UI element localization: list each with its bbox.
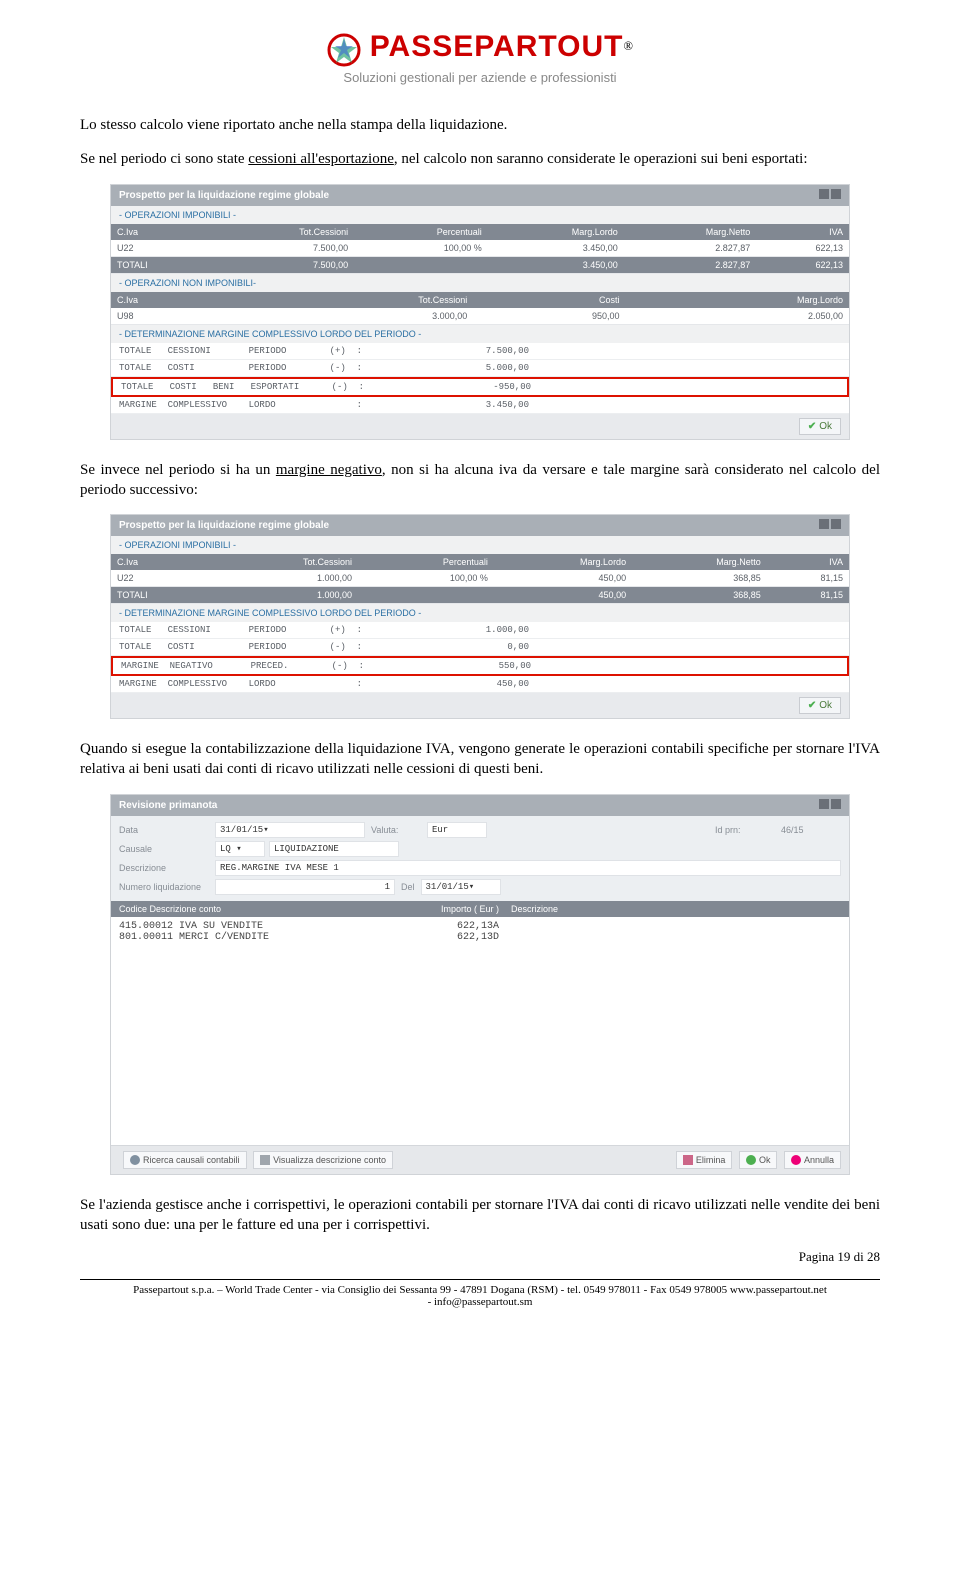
visualizza-descrizione-button[interactable]: Visualizza descrizione conto	[253, 1151, 393, 1169]
label-valuta: Valuta:	[371, 825, 421, 835]
label-data: Data	[119, 825, 209, 835]
field-causale-code[interactable]: LQ ▾	[215, 841, 265, 857]
field-causale-text: LIQUIDAZIONE	[269, 841, 399, 857]
calc-row: TOTALE CESSIONI PERIODO (+) :7.500,00	[111, 343, 849, 360]
calc-row: TOTALE COSTI PERIODO (-) :5.000,00	[111, 360, 849, 377]
panel-title: Prospetto per la liquidazione regime glo…	[111, 185, 849, 206]
table-imponibili: C.Iva Tot.Cessioni Percentuali Marg.Lord…	[111, 224, 849, 274]
bottom-toolbar: Ricerca causali contabili Visualizza des…	[111, 1145, 849, 1174]
trash-icon	[683, 1155, 693, 1165]
panel-title: Prospetto per la liquidazione regime glo…	[111, 515, 849, 536]
logo-icon	[327, 33, 361, 72]
section-determinazione: - DETERMINAZIONE MARGINE COMPLESSIVO LOR…	[111, 604, 849, 622]
paragraph-5: Se l'azienda gestisce anche i corrispett…	[80, 1195, 880, 1236]
window-controls[interactable]	[817, 519, 841, 532]
field-descrizione[interactable]: REG.MARGINE IVA MESE 1	[215, 860, 841, 876]
form-header: Data 31/01/15▾ Valuta: Eur Id prn: 46/15…	[111, 816, 849, 901]
ricerca-causali-button[interactable]: Ricerca causali contabili	[123, 1151, 247, 1169]
label-descrizione: Descrizione	[119, 863, 209, 873]
journal-line: 801.00011 MERCI C/VENDITE 622,13D	[119, 932, 841, 943]
elimina-button[interactable]: Elimina	[676, 1151, 733, 1169]
document-header: PASSEPARTOUT® Soluzioni gestionali per a…	[80, 30, 880, 85]
table-row: U22 1.000,00 100,00 % 450,00 368,85 81,1…	[111, 570, 849, 587]
check-icon: ✔	[808, 421, 816, 432]
panel-title: Revisione primanota	[111, 795, 849, 816]
calc-row-highlighted: MARGINE NEGATIVO PRECED. (-) :550,00	[111, 656, 849, 676]
ok-button[interactable]: Ok	[739, 1151, 778, 1169]
ok-button[interactable]: ✔Ok	[799, 418, 841, 435]
search-icon	[130, 1155, 140, 1165]
calc-row: TOTALE CESSIONI PERIODO (+) :1.000,00	[111, 622, 849, 639]
table-row: U22 7.500,00 100,00 % 3.450,00 2.827,87 …	[111, 240, 849, 257]
window-controls[interactable]	[817, 799, 841, 812]
table-imponibili: C.Iva Tot.Cessioni Percentuali Marg.Lord…	[111, 554, 849, 604]
journal-header: Codice Descrizione conto Importo ( Eur )…	[111, 901, 849, 917]
label-idprn: Id prn:	[715, 825, 775, 835]
calc-row: MARGINE COMPLESSIVO LORDO :450,00	[111, 676, 849, 693]
page-number: Pagina 19 di 28	[80, 1249, 880, 1265]
calc-rows: TOTALE CESSIONI PERIODO (+) :7.500,00 TO…	[111, 343, 849, 414]
field-del[interactable]: 31/01/15▾	[421, 879, 501, 895]
field-idprn: 46/15	[781, 825, 841, 835]
calc-row: TOTALE COSTI PERIODO (-) :0,00	[111, 639, 849, 656]
field-data[interactable]: 31/01/15▾	[215, 822, 365, 838]
window-controls[interactable]	[817, 189, 841, 202]
paragraph-3: Se invece nel periodo si ha un margine n…	[80, 460, 880, 501]
annulla-button[interactable]: Annulla	[784, 1151, 841, 1169]
table-row-total: TOTALI 7.500,00 3.450,00 2.827,87 622,13	[111, 256, 849, 273]
section-determinazione: - DETERMINAZIONE MARGINE COMPLESSIVO LOR…	[111, 325, 849, 343]
label-causale: Causale	[119, 844, 209, 854]
calc-row: MARGINE COMPLESSIVO LORDO :3.450,00	[111, 397, 849, 414]
check-icon: ✔	[808, 700, 816, 711]
paragraph-4: Quando si esegue la contabilizzazione de…	[80, 739, 880, 780]
page-footer: Passepartout s.p.a. – World Trade Center…	[80, 1279, 880, 1308]
field-valuta[interactable]: Eur	[427, 822, 487, 838]
section-imponibili: - OPERAZIONI IMPONIBILI -	[111, 536, 849, 554]
check-icon	[746, 1155, 756, 1165]
panel-prospetto-1: Prospetto per la liquidazione regime glo…	[110, 184, 850, 440]
brand-name: PASSEPARTOUT	[370, 30, 624, 63]
panel-prospetto-2: Prospetto per la liquidazione regime glo…	[110, 514, 850, 719]
table-row-total: TOTALI 1.000,00 450,00 368,85 81,15	[111, 587, 849, 604]
paragraph-2: Se nel periodo ci sono state cessioni al…	[80, 149, 880, 169]
section-non-imponibili: - OPERAZIONI NON IMPONIBILI-	[111, 274, 849, 292]
panel-revisione-primanota: Revisione primanota Data 31/01/15▾ Valut…	[110, 794, 850, 1175]
document-icon	[260, 1155, 270, 1165]
table-non-imponibili: C.Iva Tot.Cessioni Costi Marg.Lordo U98 …	[111, 292, 849, 325]
paragraph-1: Lo stesso calcolo viene riportato anche …	[80, 115, 880, 135]
label-numero-liquidazione: Numero liquidazione	[119, 882, 209, 892]
ok-button[interactable]: ✔Ok	[799, 697, 841, 714]
table-row: U98 3.000,00 950,00 2.050,00	[111, 308, 849, 325]
calc-row-highlighted: TOTALE COSTI BENI ESPORTATI (-) :-950,00	[111, 377, 849, 397]
calc-rows: TOTALE CESSIONI PERIODO (+) :1.000,00 TO…	[111, 622, 849, 693]
journal-body[interactable]: 415.00012 IVA SU VENDITE 622,13A 801.000…	[111, 917, 849, 1145]
cancel-icon	[791, 1155, 801, 1165]
brand-subtitle: Soluzioni gestionali per aziende e profe…	[80, 70, 880, 85]
field-numero-liquidazione[interactable]: 1	[215, 879, 395, 895]
brand-trademark: ®	[623, 39, 633, 53]
section-imponibili: - OPERAZIONI IMPONIBILI -	[111, 206, 849, 224]
journal-line: 415.00012 IVA SU VENDITE 622,13A	[119, 921, 841, 932]
label-del: Del	[401, 882, 415, 892]
